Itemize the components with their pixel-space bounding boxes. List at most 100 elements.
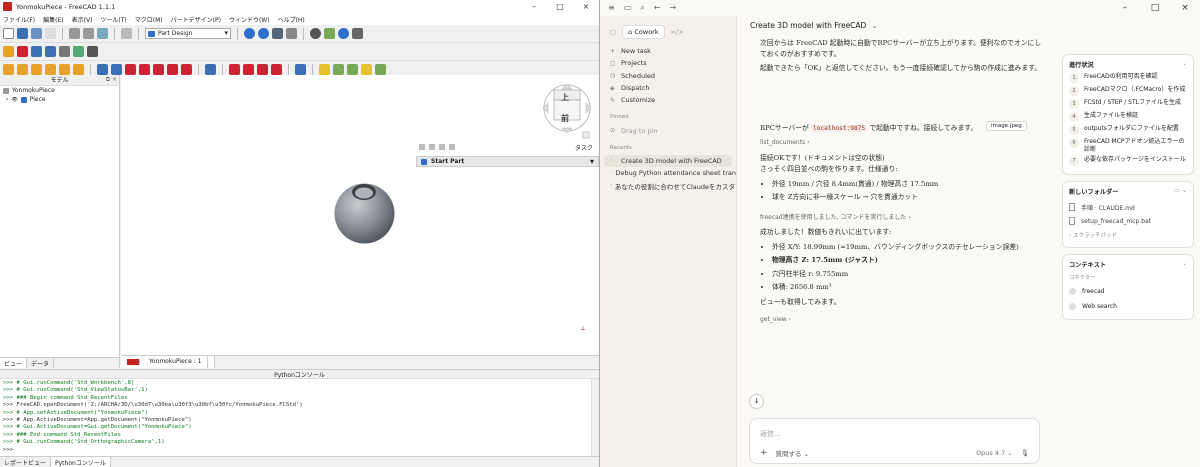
menu-edit[interactable]: 編集(E) [43,15,63,24]
panel-float-close[interactable]: ⧉ × [106,76,117,84]
fit-selection-icon[interactable] [258,28,269,39]
subtractive-loft-icon[interactable] [139,64,150,75]
navcube-front-face[interactable]: 前 [561,113,569,124]
create-sketch-icon[interactable] [17,46,28,57]
menu-help[interactable]: ヘルプ(H) [278,15,305,24]
report-tab-icon[interactable] [449,144,455,150]
pocket-icon[interactable] [97,64,108,75]
maximize-icon[interactable]: □ [547,2,573,11]
sidebar-item-projects[interactable]: ▢ Projects [600,57,736,69]
tree-item-document[interactable]: YonmokuPiece [0,86,119,95]
recent-chat-item[interactable]: · あなたの役割に合わせてClaudeをカスタマイ [600,179,736,191]
subtractive-primitive-icon[interactable] [181,64,192,75]
save-icon[interactable] [17,28,28,39]
collapse-icon[interactable]: ⌄ [1182,260,1187,269]
menu-macro[interactable]: マクロ(M) [135,15,163,24]
pad-icon[interactable] [3,64,14,75]
tab-python-console[interactable]: Pythonコンソール [51,457,111,467]
file-item[interactable]: setup_freecad_mcp.bat [1069,214,1187,228]
whats-this-icon[interactable] [121,28,132,39]
subshape-binder-icon[interactable] [87,46,98,57]
tab-view[interactable]: ビュー [0,358,28,368]
sidebar-item-customize[interactable]: ✎ Customize [600,94,736,106]
sidebar-toggle-icon[interactable]: ▭ [624,3,632,13]
piece-sphere-model[interactable] [333,182,396,245]
bounding-box-icon[interactable] [286,28,297,39]
python-console[interactable]: Pythonコンソール >>> # Gui.runCommand('Std_Wo… [0,369,599,456]
sidebar-item-new-task[interactable]: + New task [600,45,736,57]
draw-style-icon[interactable] [272,28,283,39]
sprocket-icon[interactable] [319,64,330,75]
connector-freecad[interactable]: freecad [1069,284,1187,299]
tab-data[interactable]: データ [27,358,55,368]
menu-window[interactable]: ウィンドウ(W) [229,15,270,24]
forward-icon[interactable]: → [669,3,676,13]
std-views-icon[interactable] [310,28,321,39]
cowork-mode-button[interactable]: ⌂ Cowork [622,25,665,39]
create-folder-icon[interactable] [31,46,42,57]
close-icon[interactable]: × [1170,3,1200,13]
fillet-icon[interactable] [229,64,240,75]
visibility-icon[interactable]: 👁 [11,97,17,103]
undo-icon[interactable] [69,28,80,39]
involute-gear-icon[interactable] [333,64,344,75]
workbench-selector[interactable]: Part Design [145,28,231,39]
mode-dropdown[interactable]: 質問する ⌄ [776,448,810,458]
tool-call-get-view[interactable]: get_view › [760,315,1045,326]
part-design-wizard-icon[interactable] [361,64,372,75]
navigation-cube[interactable] [542,80,592,140]
start-part-dropdown[interactable]: Start Part [416,156,599,167]
additive-primitive-icon[interactable] [73,64,84,75]
zoom-icon[interactable] [338,28,349,39]
reply-input[interactable]: 返信... [760,429,781,439]
thickness-icon[interactable] [271,64,282,75]
create-body-icon[interactable] [3,46,14,57]
file-item[interactable]: 手順 · CLAUDE.md [1069,200,1187,214]
save-as-icon[interactable] [31,28,42,39]
connector-web-search[interactable]: Web search [1069,299,1187,314]
tool-call-freecad[interactable]: freecad連携を使用しました, コマンドを実行しました › [760,213,1045,224]
folder-open-icon[interactable]: ▭ ⌄ [1174,187,1187,196]
minimize-icon[interactable]: – [1110,3,1140,13]
recent-chat-item[interactable]: · Create 3D model with FreeCAD [604,154,732,168]
minimize-icon[interactable]: – [521,2,547,11]
refresh-icon[interactable] [97,28,108,39]
navcube-top-face[interactable]: 上 [561,92,569,103]
groove-icon[interactable] [125,64,136,75]
document-tab[interactable]: YonmokuPiece : 1 [121,355,216,368]
tree-item-piece[interactable]: › 👁 Piece [0,95,119,104]
task-tab-icon[interactable] [429,144,435,150]
tool-call-list-documents[interactable]: list_documents › [760,138,1045,149]
scroll-down-button[interactable]: ↓ [749,394,764,409]
expand-icon[interactable]: › [6,96,8,103]
hole-icon[interactable] [111,64,122,75]
subtractive-pipe-icon[interactable] [153,64,164,75]
boolean-icon[interactable] [295,64,306,75]
close-icon[interactable]: × [573,2,599,11]
chat-title[interactable]: Create 3D model with FreeCAD [750,21,866,30]
macro-icon[interactable] [352,28,363,39]
subtractive-helix-icon[interactable] [167,64,178,75]
cut-icon[interactable] [45,28,56,39]
maximize-icon[interactable]: □ [1140,3,1170,13]
model-tab-icon[interactable] [419,144,425,150]
loft-icon[interactable] [31,64,42,75]
workflow-icon[interactable] [375,64,386,75]
python-console-output[interactable]: >>> # Gui.runCommand('Std_Workbench',8) … [0,379,599,455]
pipe-icon[interactable] [45,64,56,75]
mirror-icon[interactable] [205,64,216,75]
menu-tools[interactable]: ツール(T) [100,15,126,24]
redo-icon[interactable] [83,28,94,39]
menu-icon[interactable]: ≡ [608,3,615,13]
create-shape-binder-icon[interactable] [45,46,56,57]
search-icon[interactable]: ⌕ [640,3,644,13]
image-attachment-chip[interactable]: image.jpeg [986,121,1027,131]
chat-mode-icon[interactable]: ▢ [610,28,616,36]
collapse-icon[interactable]: ⌄ [1182,60,1187,69]
fit-all-icon[interactable] [244,28,255,39]
draft-icon[interactable] [257,64,268,75]
sidebar-item-dispatch[interactable]: ◈ Dispatch [600,82,736,94]
back-icon[interactable]: ← [654,3,661,13]
3d-viewport[interactable]: 上 前 タスク Start Part ⟂ [121,75,599,355]
console-scrollbar[interactable] [591,379,599,456]
